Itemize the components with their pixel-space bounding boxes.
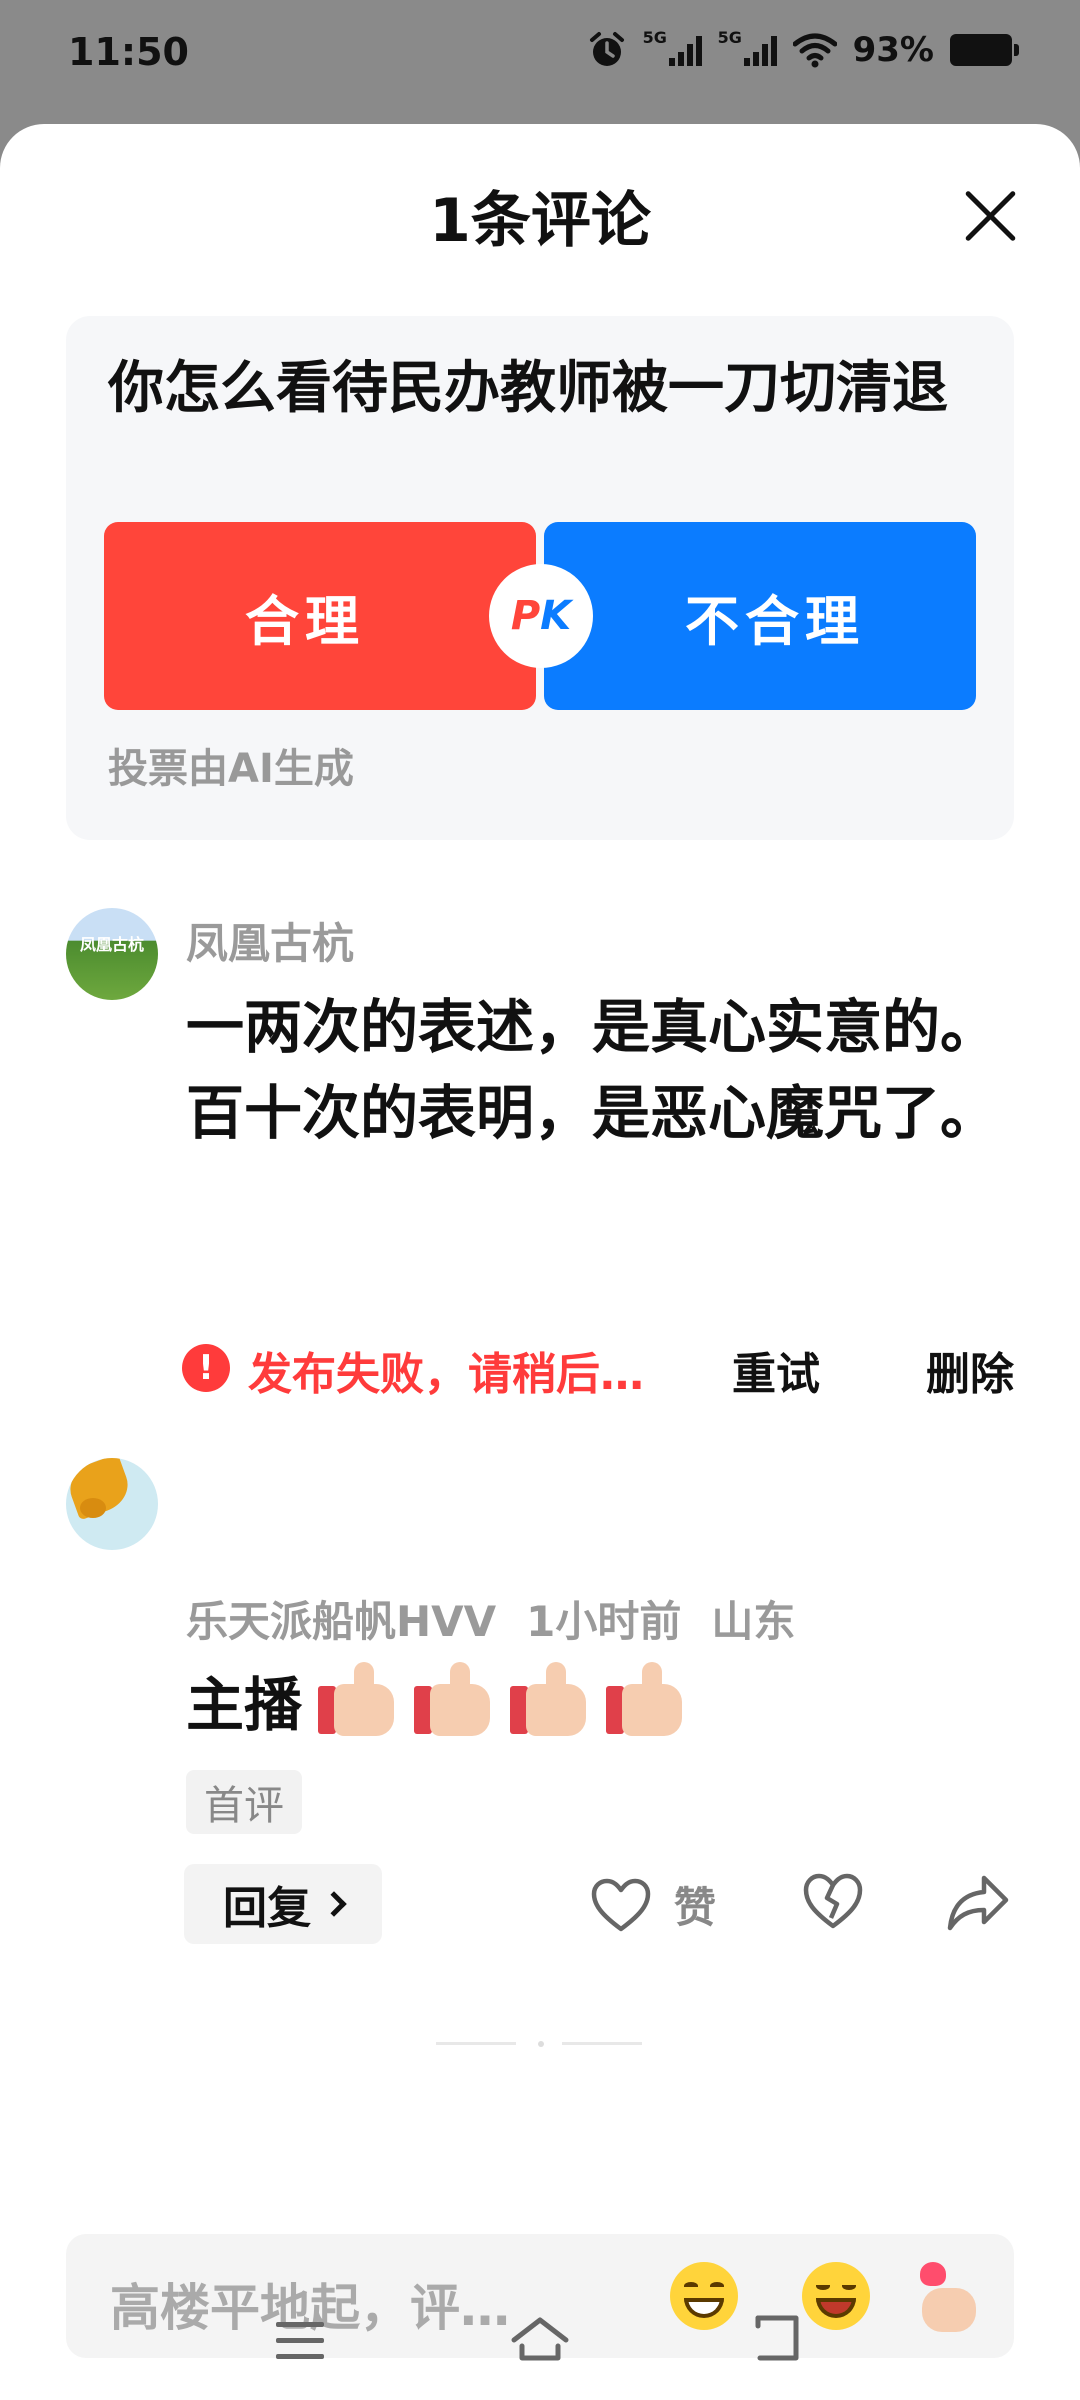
heart-icon [591,1878,651,1931]
comment-author[interactable]: 凤凰古杭 [186,910,354,971]
battery-icon [950,34,1019,66]
wifi-icon [792,33,837,68]
first-comment-badge: 首评 [186,1770,302,1834]
cellular-signal-icon-2: 5G [718,28,777,66]
divider-dot [538,2041,544,2047]
alarm-icon [589,32,624,66]
comment-line: 一两次的表述，是真心实意的。 [186,993,999,1061]
divider [562,2042,642,2045]
system-nav-bar [0,2300,1080,2400]
status-bar: 11:50 5G 5G 93% [0,0,1080,120]
chevron-right-icon [321,1891,347,1917]
back-icon[interactable] [752,2312,808,2364]
comment-text-body: 主播 [186,1671,303,1739]
network-type-label-2: 5G [717,28,742,47]
publish-failed-row: ! 发布失败，请稍后… 重试 删除 [182,1336,1022,1400]
vote-yes-button[interactable]: 合理 [104,522,536,710]
pk-badge-k: K [540,593,572,639]
vote-ai-note: 投票由AI生成 [108,746,354,792]
publish-failed-text: 发布失败，请稍后… [248,1349,644,1400]
avatar[interactable]: 凤凰古杭 [66,908,158,1000]
comment-location: 山东 [711,1597,796,1646]
thumbs-up-icon [314,1660,398,1740]
menu-icon[interactable] [276,2322,324,2360]
retry-button[interactable]: 重试 [732,1338,820,1402]
error-icon: ! [182,1344,230,1392]
pk-badge-p: P [510,593,541,639]
sheet-title: 1条评论 [429,186,651,256]
pk-badge: PK [489,564,593,668]
vote-question: 你怎么看待民办教师被一刀切清退 [108,356,948,421]
vote-card: 你怎么看待民办教师被一刀切清退 合理 不合理 PK 投票由AI生成 [66,316,1014,840]
comment-line: 百十次的表明，是恶心魔咒了。 [186,1079,999,1147]
divider [436,2042,516,2045]
comments-sheet: 1条评论 你怎么看待民办教师被一刀切清退 合理 不合理 PK 投票由AI生成 凤… [0,124,1080,2400]
comment-author[interactable]: 乐天派船帆HVV [186,1588,496,1649]
like-button[interactable]: 赞 [590,1874,716,1935]
broken-heart-icon[interactable] [802,1872,864,1930]
cellular-signal-icon: 5G [643,28,702,66]
delete-button[interactable]: 删除 [926,1338,1014,1402]
network-type-label: 5G [642,28,667,47]
status-time: 11:50 [68,30,189,74]
vote-no-button[interactable]: 不合理 [544,522,976,710]
comment-text: 一两次的表述，是真心实意的。 百十次的表明，是恶心魔咒了。 [186,984,1016,1156]
thumbs-up-icon [506,1660,590,1740]
reply-label: 回复 [223,1883,311,1934]
battery-percent: 93% [852,30,934,70]
home-icon[interactable] [510,2314,570,2364]
comment-text: 主播 [186,1658,686,1742]
avatar[interactable] [66,1458,158,1550]
like-label: 赞 [674,1883,717,1932]
comment-time: 1小时前 [526,1597,682,1646]
thumbs-up-icon [602,1660,686,1740]
avatar-text: 凤凰古杭 [79,935,144,954]
thumbs-up-icon [410,1660,494,1740]
comment-meta: 乐天派船帆HVV 1小时前 山东 [186,1588,795,1649]
close-button[interactable] [960,186,1020,246]
share-icon[interactable] [946,1872,1010,1932]
reply-button[interactable]: 回复 [184,1864,382,1944]
status-icons: 5G 5G 93% [587,28,1019,70]
